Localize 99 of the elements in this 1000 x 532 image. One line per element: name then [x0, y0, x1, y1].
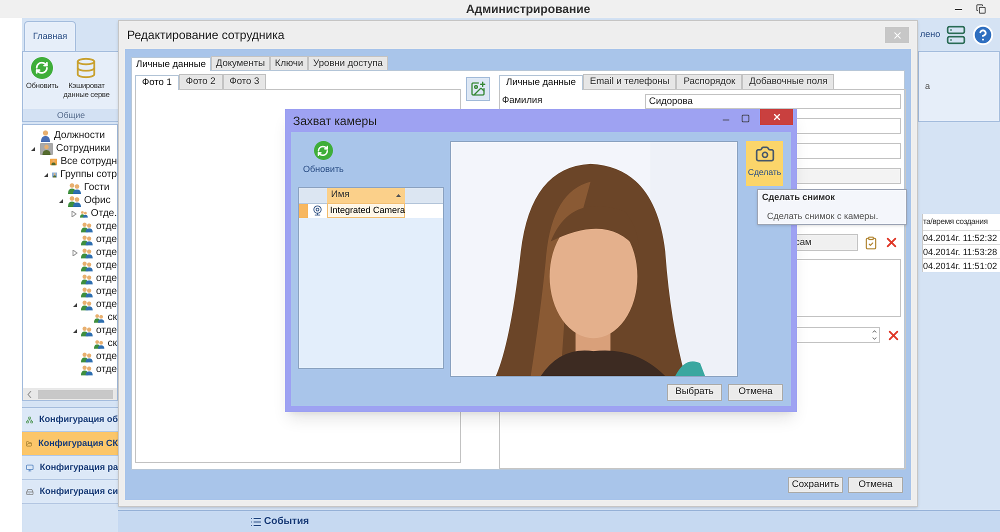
people-icon: [81, 272, 93, 284]
people-icon: [81, 350, 93, 362]
tree-item[interactable]: ск: [108, 312, 117, 322]
people-icon: [81, 234, 93, 246]
tree-item[interactable]: отде: [96, 352, 117, 362]
people-icon: [81, 246, 93, 258]
expand-toggle-icon[interactable]: [72, 250, 78, 256]
tab[interactable]: Email и телефоны: [582, 74, 676, 89]
people-icon: [81, 298, 93, 310]
table-cell: Integrated Camera: [327, 203, 405, 218]
clipboard-icon[interactable]: [864, 236, 878, 250]
collapse-toggle-icon[interactable]: [58, 198, 64, 204]
tab[interactable]: Документы: [210, 56, 270, 70]
people-icon: [81, 260, 93, 272]
horizontal-scrollbar[interactable]: [23, 388, 117, 400]
tab[interactable]: Личные данные: [499, 75, 583, 90]
tab[interactable]: Ключи: [270, 56, 308, 70]
dialog-title: Захват камеры: [293, 112, 377, 130]
table-cell: 04.2014г. 11:51:02: [923, 258, 1000, 272]
people-icon: [81, 364, 93, 376]
refresh-button[interactable]: Обновить: [303, 141, 344, 176]
tree-item[interactable]: отде: [96, 364, 117, 374]
tree-item[interactable]: отде: [96, 300, 117, 310]
tree-item[interactable]: отде: [96, 274, 117, 284]
tree-item[interactable]: отде: [96, 234, 117, 244]
spin-up-icon[interactable]: [871, 328, 878, 335]
server-icon[interactable]: [946, 24, 966, 44]
group-label: Общие: [23, 109, 119, 121]
field-label: Фамилия: [501, 94, 544, 108]
database-icon: [75, 57, 98, 79]
help-icon[interactable]: [972, 24, 994, 46]
cancel-button[interactable]: Отмена: [848, 477, 903, 493]
delete-icon[interactable]: [884, 235, 899, 250]
tree-item[interactable]: отде: [96, 222, 117, 232]
events-label[interactable]: События: [264, 514, 309, 529]
window-title: Администрирование: [466, 1, 590, 18]
cancel-button[interactable]: Отмена: [728, 384, 783, 400]
tab[interactable]: Личные данные: [131, 57, 211, 71]
table-cell: 04.2014г. 11:52:32: [923, 230, 1000, 244]
tab[interactable]: Фото 3: [222, 74, 266, 89]
column-header[interactable]: Имя: [327, 188, 405, 202]
tree-item[interactable]: Все сотрудн: [60, 156, 117, 166]
tree-item[interactable]: Группы сотр: [60, 170, 117, 180]
tree-item[interactable]: отде: [96, 248, 117, 258]
ribbon-label: а: [925, 80, 930, 93]
tab[interactable]: Уровни доступа: [308, 56, 388, 70]
table-cell: 04.2014г. 11:53:28: [923, 244, 1000, 258]
nav-button[interactable]: Конфигурация си: [22, 480, 118, 504]
collapse-toggle-icon[interactable]: [30, 146, 36, 152]
add-photo-button[interactable]: [466, 77, 490, 101]
people-icon: [94, 312, 105, 324]
tab[interactable]: Добавочные поля: [742, 74, 834, 89]
tooltip-text: Сделать снимок с камеры.: [766, 210, 880, 223]
save-button[interactable]: Сохранить: [788, 477, 843, 493]
tree-item[interactable]: отде: [96, 326, 117, 336]
surname-field[interactable]: Сидорова: [645, 94, 901, 109]
camera-row[interactable]: Integrated Camera: [299, 204, 443, 218]
column-header: та/время создания: [923, 216, 989, 228]
tree-item[interactable]: ск: [108, 338, 117, 348]
tree-item[interactable]: отде: [96, 286, 117, 296]
people-icon: [81, 286, 93, 298]
people-icon: [94, 338, 105, 350]
nav-button[interactable]: Конфигурация ра: [22, 456, 118, 480]
maximize-icon[interactable]: [741, 114, 750, 123]
collapse-toggle-icon[interactable]: [72, 302, 78, 308]
people-icon: [68, 182, 81, 194]
tree-item[interactable]: Сотрудники: [56, 144, 110, 154]
nav-button[interactable]: Конфигурация об: [22, 408, 118, 432]
scroll-left-icon[interactable]: [27, 390, 32, 398]
collapse-toggle-icon[interactable]: [72, 328, 78, 334]
camera-icon: [754, 144, 774, 164]
close-icon: [772, 112, 782, 122]
ribbon-tab[interactable]: Главная: [24, 21, 76, 51]
tree-item[interactable]: Отде.: [90, 208, 117, 218]
people-icon: [81, 324, 93, 336]
status-text: лено: [920, 28, 940, 41]
dialog-title: Редактирование сотрудника: [127, 27, 284, 44]
tab[interactable]: Распорядок: [676, 74, 742, 89]
select-button[interactable]: Выбрать: [667, 384, 722, 400]
tab[interactable]: Фото 1: [135, 75, 179, 90]
add-image-icon: [470, 81, 486, 97]
person-icon: [40, 130, 51, 142]
nav-button[interactable]: Конфигурация СК: [22, 432, 118, 456]
tree-item[interactable]: Гости: [84, 182, 110, 192]
spin-down-icon[interactable]: [871, 335, 878, 342]
tree-item[interactable]: отде: [96, 260, 117, 270]
collapse-toggle-icon[interactable]: [43, 172, 49, 178]
refresh-icon: [314, 141, 333, 160]
webcam-icon: [312, 205, 323, 216]
snapshot-button[interactable]: Сделать: [746, 141, 783, 186]
tree-item[interactable]: Офис: [84, 196, 111, 206]
restore-icon[interactable]: [976, 4, 986, 14]
tooltip-title: Сделать снимок: [762, 191, 836, 204]
refresh-icon: [31, 57, 54, 79]
sort-arrow-icon: [396, 194, 401, 196]
expand-toggle-icon[interactable]: [71, 210, 77, 216]
tree-item[interactable]: Должности: [54, 130, 106, 140]
tab[interactable]: Фото 2: [178, 74, 222, 89]
close-button[interactable]: [760, 109, 793, 125]
